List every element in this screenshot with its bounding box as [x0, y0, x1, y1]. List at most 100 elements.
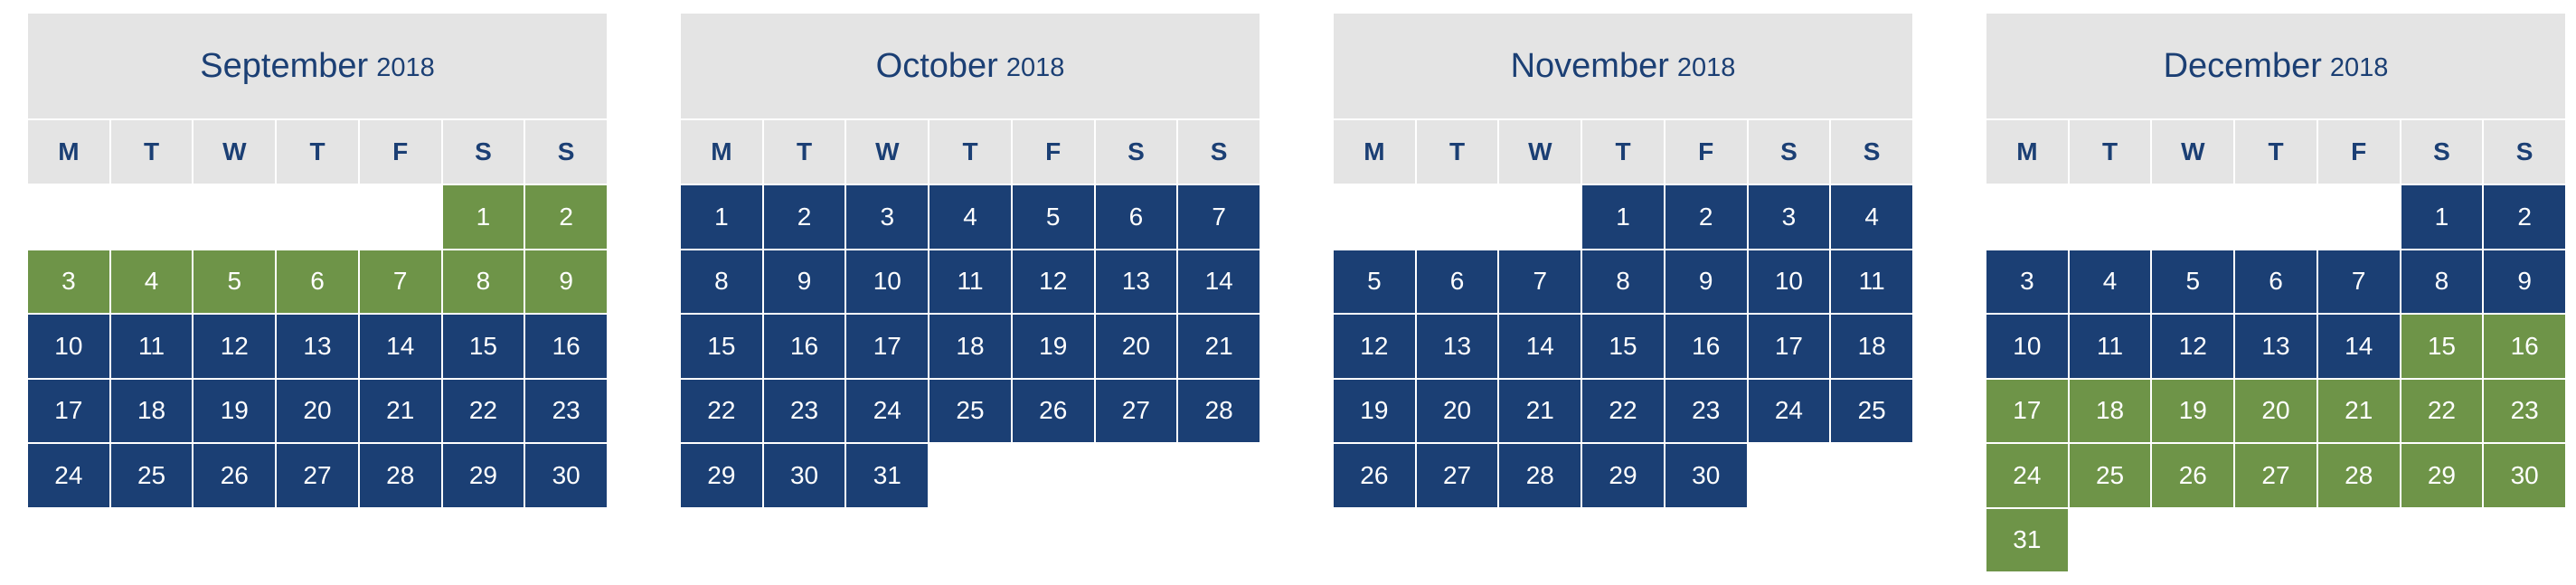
day-cell-highlighted[interactable]: 30	[2484, 444, 2565, 507]
day-cell[interactable]: 11	[1831, 250, 1912, 313]
day-cell[interactable]: 24	[1748, 379, 1830, 442]
day-cell[interactable]: 20	[1095, 315, 1177, 378]
day-cell[interactable]: 16	[763, 315, 845, 378]
day-cell[interactable]: 6	[2235, 250, 2317, 313]
day-cell[interactable]: 10	[846, 250, 929, 313]
day-cell[interactable]: 12	[1012, 250, 1094, 313]
day-cell[interactable]: 26	[1012, 379, 1094, 442]
day-cell[interactable]: 26	[1334, 444, 1415, 507]
day-cell-highlighted[interactable]: 31	[1986, 508, 2068, 571]
day-cell[interactable]: 8	[2401, 250, 2483, 313]
day-cell-highlighted[interactable]: 22	[2401, 379, 2483, 442]
day-cell[interactable]: 7	[1178, 185, 1260, 249]
day-cell[interactable]: 10	[1986, 315, 2068, 378]
day-cell[interactable]: 23	[525, 379, 607, 442]
day-cell[interactable]: 15	[442, 315, 524, 378]
day-cell[interactable]: 1	[1582, 185, 1664, 249]
day-cell[interactable]: 8	[1582, 250, 1664, 313]
day-cell[interactable]: 13	[1095, 250, 1177, 313]
day-cell-highlighted[interactable]: 8	[442, 250, 524, 313]
day-cell[interactable]: 25	[929, 379, 1011, 442]
day-cell-highlighted[interactable]: 29	[2401, 444, 2483, 507]
day-cell[interactable]: 10	[1748, 250, 1830, 313]
day-cell[interactable]: 3	[1986, 250, 2068, 313]
day-cell[interactable]: 2	[2484, 185, 2565, 249]
day-cell[interactable]: 17	[28, 379, 109, 442]
day-cell[interactable]: 6	[1095, 185, 1177, 249]
day-cell[interactable]: 19	[1334, 379, 1415, 442]
day-cell[interactable]: 11	[110, 315, 193, 378]
day-cell[interactable]: 18	[110, 379, 193, 442]
day-cell[interactable]: 13	[1416, 315, 1498, 378]
day-cell[interactable]: 27	[277, 444, 358, 507]
day-cell[interactable]: 24	[846, 379, 929, 442]
day-cell-highlighted[interactable]: 15	[2401, 315, 2483, 378]
day-cell-highlighted[interactable]: 20	[2235, 379, 2317, 442]
day-cell[interactable]: 23	[1665, 379, 1747, 442]
day-cell[interactable]: 16	[1665, 315, 1747, 378]
day-cell-highlighted[interactable]: 24	[1986, 444, 2068, 507]
day-cell[interactable]: 5	[1012, 185, 1094, 249]
day-cell[interactable]: 13	[277, 315, 358, 378]
day-cell[interactable]: 21	[1499, 379, 1581, 442]
day-cell[interactable]: 27	[1416, 444, 1498, 507]
day-cell[interactable]: 21	[359, 379, 441, 442]
day-cell[interactable]: 29	[442, 444, 524, 507]
day-cell-highlighted[interactable]: 6	[277, 250, 358, 313]
day-cell-highlighted[interactable]: 17	[1986, 379, 2068, 442]
day-cell[interactable]: 14	[1499, 315, 1581, 378]
day-cell[interactable]: 18	[929, 315, 1011, 378]
day-cell[interactable]: 1	[681, 185, 762, 249]
day-cell[interactable]: 15	[681, 315, 762, 378]
day-cell[interactable]: 30	[1665, 444, 1747, 507]
day-cell[interactable]: 4	[929, 185, 1011, 249]
day-cell-highlighted[interactable]: 19	[2152, 379, 2234, 442]
day-cell[interactable]: 2	[763, 185, 845, 249]
day-cell-highlighted[interactable]: 27	[2235, 444, 2317, 507]
day-cell-highlighted[interactable]: 7	[359, 250, 441, 313]
day-cell[interactable]: 3	[1748, 185, 1830, 249]
day-cell[interactable]: 15	[1582, 315, 1664, 378]
day-cell[interactable]: 22	[442, 379, 524, 442]
day-cell[interactable]: 25	[1831, 379, 1912, 442]
day-cell[interactable]: 9	[1665, 250, 1747, 313]
day-cell[interactable]: 19	[1012, 315, 1094, 378]
day-cell[interactable]: 14	[1178, 250, 1260, 313]
day-cell[interactable]: 4	[1831, 185, 1912, 249]
day-cell[interactable]: 22	[681, 379, 762, 442]
day-cell[interactable]: 14	[359, 315, 441, 378]
day-cell-highlighted[interactable]: 21	[2317, 379, 2400, 442]
day-cell[interactable]: 28	[1178, 379, 1260, 442]
day-cell[interactable]: 5	[1334, 250, 1415, 313]
day-cell-highlighted[interactable]: 5	[193, 250, 276, 313]
day-cell[interactable]: 13	[2235, 315, 2317, 378]
day-cell[interactable]: 5	[2152, 250, 2234, 313]
day-cell[interactable]: 21	[1178, 315, 1260, 378]
day-cell[interactable]: 20	[1416, 379, 1498, 442]
day-cell[interactable]: 12	[193, 315, 276, 378]
day-cell[interactable]: 11	[2069, 315, 2151, 378]
day-cell[interactable]: 26	[193, 444, 276, 507]
day-cell[interactable]: 16	[525, 315, 607, 378]
day-cell-highlighted[interactable]: 1	[442, 185, 524, 249]
day-cell[interactable]: 28	[1499, 444, 1581, 507]
day-cell[interactable]: 19	[193, 379, 276, 442]
day-cell[interactable]: 8	[681, 250, 762, 313]
day-cell[interactable]: 2	[1665, 185, 1747, 249]
day-cell-highlighted[interactable]: 23	[2484, 379, 2565, 442]
day-cell[interactable]: 6	[1416, 250, 1498, 313]
day-cell[interactable]: 27	[1095, 379, 1177, 442]
day-cell[interactable]: 18	[1831, 315, 1912, 378]
day-cell[interactable]: 9	[2484, 250, 2565, 313]
day-cell-highlighted[interactable]: 25	[2069, 444, 2151, 507]
day-cell[interactable]: 20	[277, 379, 358, 442]
day-cell[interactable]: 28	[359, 444, 441, 507]
day-cell[interactable]: 9	[763, 250, 845, 313]
day-cell[interactable]: 10	[28, 315, 109, 378]
day-cell[interactable]: 22	[1582, 379, 1664, 442]
day-cell[interactable]: 3	[846, 185, 929, 249]
day-cell[interactable]: 25	[110, 444, 193, 507]
day-cell[interactable]: 17	[846, 315, 929, 378]
day-cell[interactable]: 12	[1334, 315, 1415, 378]
day-cell[interactable]: 31	[846, 444, 929, 507]
